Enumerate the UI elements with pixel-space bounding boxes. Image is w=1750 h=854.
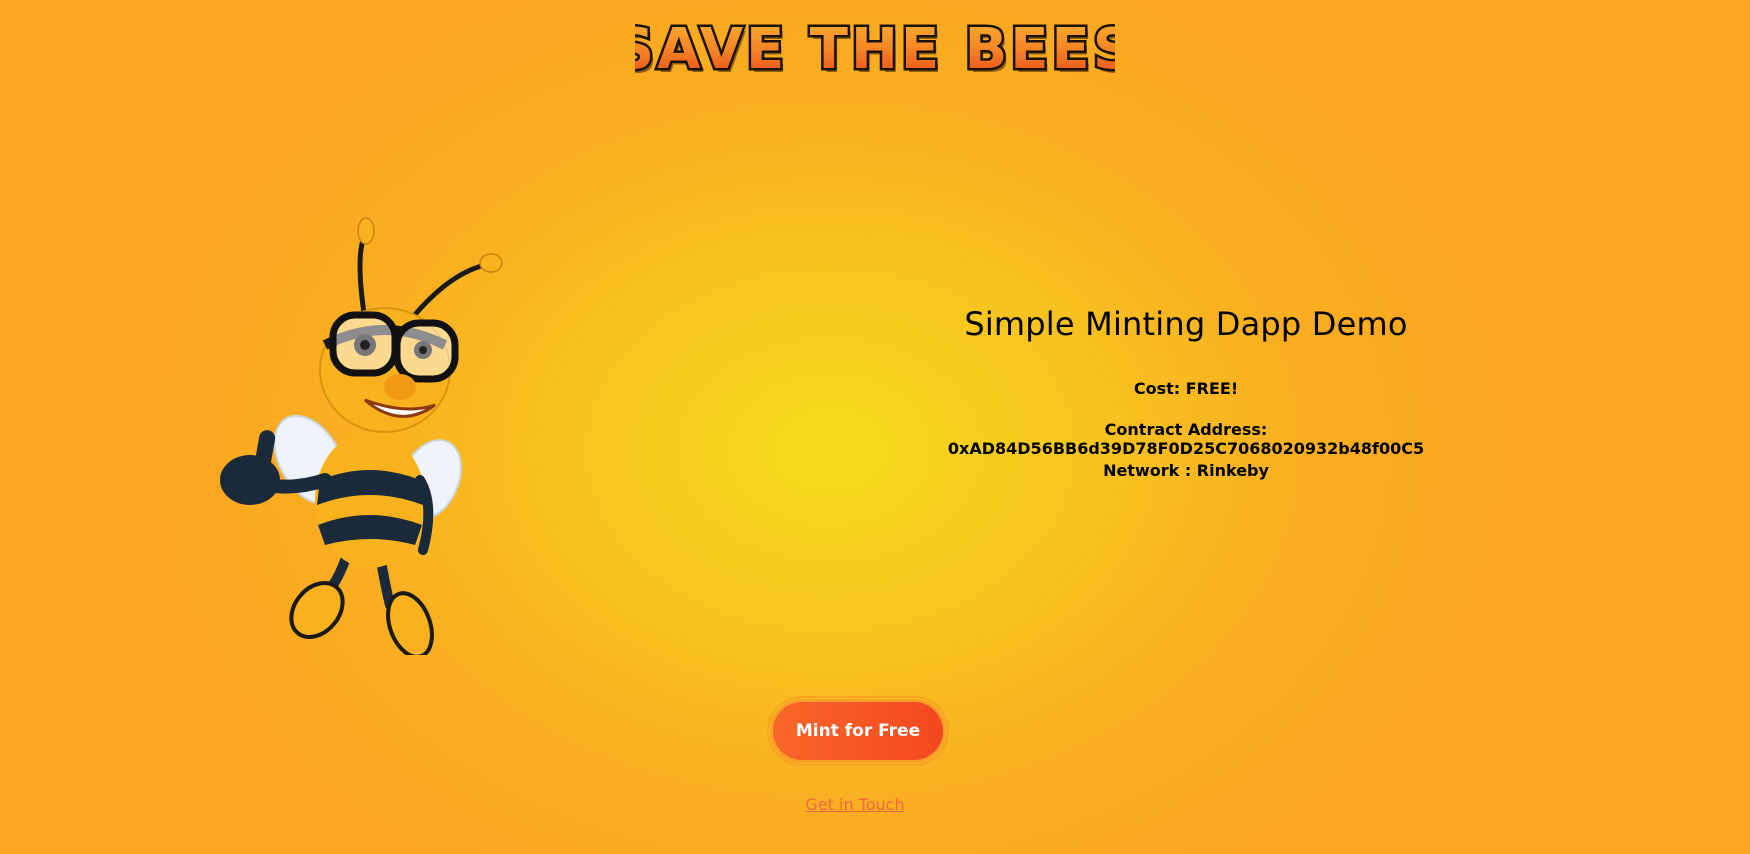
mint-button-label: Mint for Free [795, 721, 921, 741]
get-in-touch-link[interactable]: Get in Touch [0, 795, 1710, 814]
logo-text: SAVE THE BEES [635, 17, 1115, 82]
save-the-bees-logo: SAVE THE BEES SAVE THE BEES [635, 15, 1115, 87]
site-logo: SAVE THE BEES SAVE THE BEES [0, 6, 1750, 90]
mint-for-free-button[interactable]: Mint for Free [767, 696, 949, 766]
page-title: Simple Minting Dapp Demo [964, 305, 1408, 343]
cost-text: Cost: FREE! [1133, 379, 1239, 398]
network-text: Network : Rinkeby [1103, 461, 1269, 480]
contract-address-text: Contract Address: 0xAD84D56BB6d39D78F0D2… [947, 420, 1425, 458]
bee-mascot-image [205, 215, 535, 659]
mint-info-panel: Simple Minting Dapp Demo Cost: FREE! Con… [865, 305, 1507, 480]
